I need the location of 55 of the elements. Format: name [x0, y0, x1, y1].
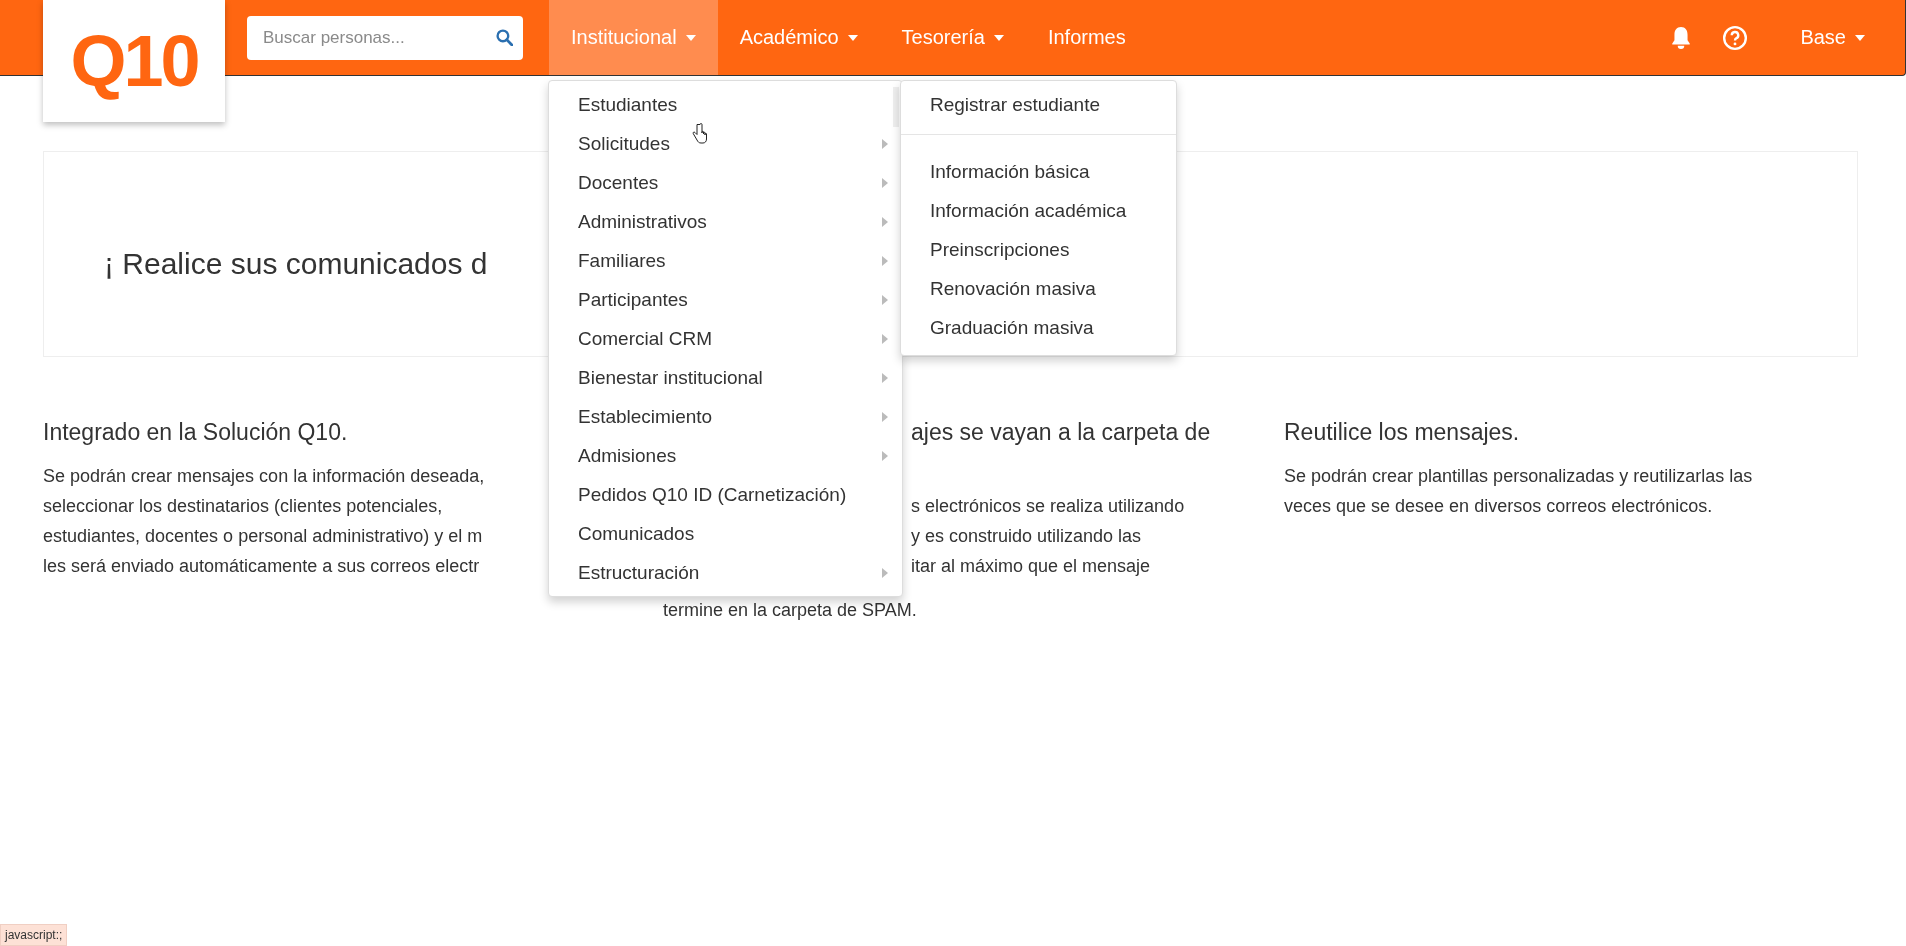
feature-text-line: Se podrán crear mensajes con la información deseada, [43, 465, 485, 488]
feature-text-line: estudiantes, docentes o personal administrativo) y el m [43, 525, 483, 548]
dropdown-item[interactable]: Comercial CRM [549, 319, 902, 358]
submenu-item[interactable]: Preinscripciones [901, 230, 1176, 269]
dropdown-item[interactable]: Docentes [549, 163, 902, 202]
caret-icon [1855, 34, 1865, 41]
feature-heading: ajes se vayan a la carpeta de [911, 418, 1211, 447]
search-icon[interactable] [496, 29, 513, 46]
submenu-item[interactable]: Renovación masiva [901, 269, 1176, 308]
dropdown-item[interactable]: Comunicados [549, 514, 902, 553]
dropdown-item-label: Comunicados [578, 522, 695, 545]
feature-text-line: seleccionar los destinatarios (clientes potenciales, [43, 495, 443, 518]
hand-cursor-icon [692, 123, 708, 145]
dropdown-item[interactable]: Familiares [549, 241, 902, 280]
dropdown-item-label: Admisiones [578, 444, 677, 467]
submenu-item[interactable]: Información académica [901, 191, 1176, 230]
help-icon[interactable] [1722, 24, 1749, 51]
feature-heading: Reutilice los mensajes. [1284, 418, 1520, 447]
search-field[interactable]: Buscar personas... [247, 15, 523, 60]
dropdown-item[interactable]: Estudiantes [549, 85, 902, 124]
feature-text-line: y es construido utilizando las [911, 525, 1142, 548]
submenu-item[interactable]: Información básica [901, 152, 1176, 191]
dropdown-item-label: Solicitudes [578, 132, 670, 155]
dropdown-item-label: Estructuración [578, 561, 700, 584]
dropdown-item-label: Comercial CRM [578, 327, 713, 350]
feature-heading: Integrado en la Solución Q10. [43, 418, 348, 447]
bell-icon[interactable] [1670, 25, 1693, 50]
dropdown-item[interactable]: Estructuración [549, 553, 902, 592]
feature-text-line: Se podrán crear plantillas personalizadas y reutilizarlas las [1284, 465, 1753, 488]
dropdown-item[interactable]: Participantes [549, 280, 902, 319]
dropdown-item-label: Docentes [578, 171, 659, 194]
status-bar: javascript:; [0, 924, 68, 946]
dropdown-item-label: Participantes [578, 288, 688, 311]
dropdown-item-label: Pedidos Q10 ID (Carnetización) [578, 483, 847, 506]
dropdown-item[interactable]: Pedidos Q10 ID (Carnetización) [549, 475, 902, 514]
feature-text-line: les será enviado automáticamente a sus correos electr [43, 555, 480, 578]
dropdown-item-label: Administrativos [578, 210, 707, 233]
dropdown-item-label: Estudiantes [578, 93, 678, 116]
dropdown-item[interactable]: Admisiones [549, 436, 902, 475]
search-input[interactable]: Buscar personas... [261, 26, 496, 49]
feature-text-line: itar al máximo que el mensaje [911, 555, 1151, 578]
dropdown-item[interactable]: Establecimiento [549, 397, 902, 436]
feature-text-line: termine en la carpeta de SPAM. [663, 599, 917, 622]
scrollbar-thumb[interactable] [893, 87, 899, 127]
hero-title: ¡ Realice sus comunicados d [104, 247, 488, 281]
dropdown-item[interactable]: Bienestar institucional [549, 358, 902, 397]
feature-text-line: veces que se desee en diversos correos electrónicos. [1284, 495, 1713, 518]
dropdown-item[interactable]: Solicitudes [549, 124, 902, 163]
dropdown-item-label: Establecimiento [578, 405, 713, 428]
dropdown-item-label: Bienestar institucional [578, 366, 763, 389]
submenu-item[interactable]: Registrar estudiante [901, 85, 1176, 124]
dropdown-item[interactable]: Administrativos [549, 202, 902, 241]
submenu-item[interactable]: Graduación masiva [901, 308, 1176, 347]
feature-text-line: s electrónicos se realiza utilizando [911, 495, 1185, 518]
dropdown-item-label: Familiares [578, 249, 666, 272]
